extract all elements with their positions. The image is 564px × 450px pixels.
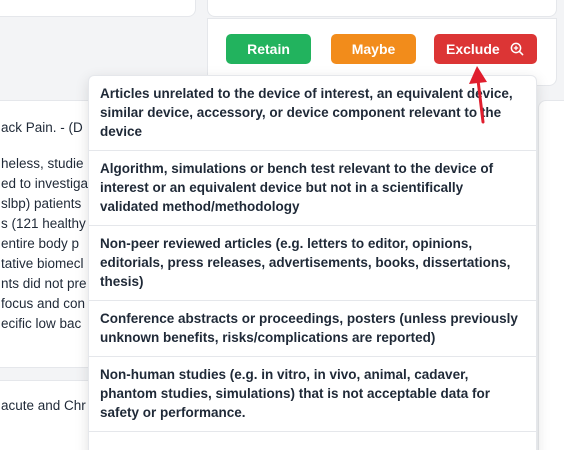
- exclusion-reason-option[interactable]: Articles unrelated to the device of inte…: [89, 76, 536, 151]
- exclusion-reason-option[interactable]: Algorithm, simulations or bench test rel…: [89, 151, 536, 226]
- retain-button-label: Retain: [247, 41, 290, 57]
- abstract-line: ed to investiga: [1, 176, 89, 191]
- exclusion-reason-dropdown: Articles unrelated to the device of inte…: [88, 75, 537, 450]
- abstract-line: slbp) patients: [1, 196, 82, 211]
- exclude-button[interactable]: Exclude: [434, 34, 537, 64]
- retain-button[interactable]: Retain: [226, 34, 311, 64]
- top-right-card: [207, 0, 557, 17]
- maybe-button[interactable]: Maybe: [331, 34, 416, 64]
- exclusion-reason-option[interactable]: Non-human studies (e.g. in vitro, in viv…: [89, 357, 536, 432]
- exclude-button-label: Exclude: [446, 41, 500, 57]
- abstract-line: ecific low bac: [1, 316, 82, 331]
- abstract-line: tative biomecl: [1, 256, 84, 271]
- article-title-fragment: ack Pain. - (D: [1, 120, 83, 135]
- abstract-line: focus and con: [1, 296, 86, 311]
- top-left-card: [0, 0, 196, 17]
- abstract-line: nts did not pre: [1, 276, 87, 291]
- exclusion-reason-option[interactable]: Conference abstracts or proceedings, pos…: [89, 301, 536, 357]
- exclusion-reason-option[interactable]: Non-peer reviewed articles (e.g. letters…: [89, 226, 536, 301]
- search-plus-icon: [510, 42, 524, 56]
- abstract-line: heless, studie: [1, 156, 84, 171]
- next-article-title-fragment: acute and Chr: [1, 398, 86, 413]
- abstract-line: entire body p: [1, 236, 80, 251]
- right-panel-card: [538, 100, 564, 450]
- abstract-line: s (121 healthy: [1, 216, 86, 231]
- maybe-button-label: Maybe: [351, 41, 396, 57]
